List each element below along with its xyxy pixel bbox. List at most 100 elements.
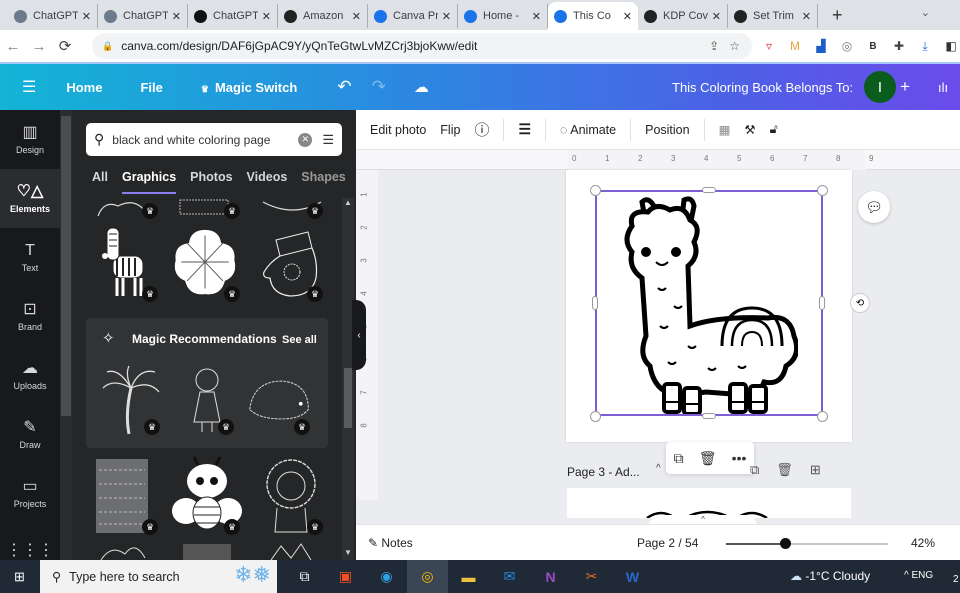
- mail-icon[interactable]: ✉: [489, 560, 530, 593]
- tab-graphics[interactable]: Graphics: [121, 170, 177, 194]
- border-style-icon[interactable]: ☰: [518, 121, 531, 138]
- magic-switch-button[interactable]: ♛ Magic Switch: [201, 80, 297, 95]
- duplicate-page-icon[interactable]: ⧉: [750, 462, 759, 478]
- more-options-icon[interactable]: •••: [732, 450, 747, 466]
- sidebar-item-brand[interactable]: ⊡ Brand: [0, 287, 60, 346]
- zoom-slider-knob[interactable]: [780, 538, 792, 549]
- share-icon[interactable]: ⇪: [709, 39, 719, 53]
- extension-timer-icon[interactable]: ▿: [762, 39, 776, 53]
- selection-box[interactable]: [595, 190, 823, 416]
- resize-handle[interactable]: [702, 413, 716, 419]
- filter-icon[interactable]: ☰: [322, 132, 334, 148]
- system-tray[interactable]: ^ ENG: [904, 570, 933, 581]
- menu-icon[interactable]: ☰: [22, 77, 36, 97]
- zoom-percentage[interactable]: 42%: [911, 536, 935, 550]
- taskbar-search[interactable]: ⚲ Type here to search ❄❅: [40, 560, 277, 593]
- resize-handle[interactable]: [702, 187, 716, 193]
- clock[interactable]: 2: [953, 574, 959, 585]
- home-button[interactable]: Home: [66, 80, 102, 95]
- flip-button[interactable]: Flip: [440, 123, 460, 137]
- search-query[interactable]: black and white coloring page: [112, 133, 292, 147]
- close-tab-icon[interactable]: ✕: [262, 10, 271, 23]
- sidebar-item-projects[interactable]: ▭ Projects: [0, 464, 60, 523]
- browser-tab[interactable]: This Co ✕: [548, 2, 638, 30]
- add-comment-button[interactable]: 💬︎: [858, 191, 890, 223]
- cloud-saved-icon[interactable]: ☁: [414, 78, 429, 96]
- graphic-thumbnail[interactable]: [172, 540, 242, 560]
- download-icon[interactable]: ⤓: [918, 39, 932, 54]
- tab-all[interactable]: All: [92, 170, 108, 194]
- tab-search-icon[interactable]: ⌄: [921, 6, 930, 19]
- add-page-icon[interactable]: ⊞: [810, 462, 821, 478]
- zoom-slider[interactable]: [726, 538, 888, 549]
- position-button[interactable]: Position: [645, 123, 689, 137]
- delete-page-icon[interactable]: 🗑︎: [699, 450, 717, 467]
- chevron-up-icon[interactable]: ^: [656, 463, 661, 474]
- notes-button[interactable]: ✎ Notes: [368, 536, 413, 550]
- browser-tab[interactable]: ChatGPT ✕: [98, 4, 188, 28]
- design-page-3[interactable]: [567, 488, 851, 518]
- windows-start-icon[interactable]: ⊞: [14, 569, 25, 585]
- language-indicator[interactable]: ENG: [911, 570, 933, 581]
- scroll-up-arrow-icon[interactable]: ▲: [344, 198, 352, 207]
- duplicate-page-icon[interactable]: ⧉: [674, 450, 684, 467]
- back-button[interactable]: ←: [0, 38, 26, 55]
- extension-b-icon[interactable]: B: [866, 41, 880, 52]
- tab-photos[interactable]: Photos: [190, 170, 232, 194]
- extension-chart-icon[interactable]: ▟: [814, 39, 828, 53]
- close-tab-icon[interactable]: ✕: [82, 10, 91, 23]
- side-panel-icon[interactable]: ◧: [944, 39, 958, 53]
- resize-handle[interactable]: [817, 411, 828, 422]
- resize-handle[interactable]: [590, 411, 601, 422]
- browser-tab[interactable]: Home - ✕: [458, 4, 548, 28]
- close-tab-icon[interactable]: ✕: [352, 10, 361, 23]
- chrome-icon[interactable]: ◎: [407, 560, 448, 593]
- browser-tab[interactable]: KDP Cov ✕: [638, 4, 728, 28]
- lock-icon[interactable]: 🔓︎: [770, 122, 778, 137]
- insights-icon[interactable]: ılı: [938, 80, 948, 95]
- panel-scrollbar[interactable]: [342, 198, 354, 560]
- browser-tab[interactable]: Set Trim ✕: [728, 4, 818, 28]
- copy-style-icon[interactable]: ⚒: [744, 122, 755, 137]
- onenote-icon[interactable]: N: [530, 560, 571, 593]
- scrollbar-thumb[interactable]: [344, 368, 352, 428]
- transparency-icon[interactable]: ▦: [719, 122, 731, 137]
- resize-handle[interactable]: [817, 185, 828, 196]
- resize-handle[interactable]: [819, 296, 825, 310]
- extensions-puzzle-icon[interactable]: ✚: [892, 39, 906, 53]
- document-title[interactable]: This Coloring Book Belongs To:: [672, 80, 853, 95]
- close-tab-icon[interactable]: ✕: [623, 10, 632, 23]
- graphic-thumbnail[interactable]: [256, 540, 326, 560]
- close-tab-icon[interactable]: ✕: [532, 10, 541, 23]
- weather-widget[interactable]: ☁ -1°C Cloudy: [790, 569, 870, 583]
- sidebar-item-design[interactable]: ▥ Design: [0, 110, 60, 169]
- close-tab-icon[interactable]: ✕: [802, 10, 811, 23]
- store-icon[interactable]: ▣: [325, 560, 366, 593]
- browser-tab[interactable]: Canva Pr ✕: [368, 4, 458, 28]
- avatar[interactable]: I: [864, 71, 896, 103]
- invite-plus-icon[interactable]: +: [900, 77, 910, 97]
- undo-icon[interactable]: ↶: [337, 77, 351, 97]
- resize-handle[interactable]: [592, 296, 598, 310]
- bookmark-star-icon[interactable]: ☆: [729, 39, 740, 53]
- sidebar-item-text[interactable]: T Text: [0, 228, 60, 287]
- rotate-handle[interactable]: ⟲: [850, 293, 870, 313]
- scroll-down-arrow-icon[interactable]: ▼: [344, 548, 352, 557]
- browser-tab[interactable]: ChatGPT ✕: [8, 4, 98, 28]
- collapse-panel-button[interactable]: ‹: [352, 300, 366, 370]
- browser-tab[interactable]: Amazon ✕: [278, 4, 368, 28]
- close-tab-icon[interactable]: ✕: [442, 10, 451, 23]
- forward-button[interactable]: →: [26, 38, 52, 55]
- sidebar-item-draw[interactable]: ✎ Draw: [0, 405, 60, 464]
- extension-m-icon[interactable]: M: [788, 39, 802, 53]
- new-tab-button[interactable]: +: [832, 5, 843, 26]
- edit-photo-button[interactable]: Edit photo: [370, 123, 426, 137]
- info-icon[interactable]: ⓘ: [474, 119, 489, 140]
- scrollbar-thumb[interactable]: [61, 116, 71, 416]
- tab-shapes[interactable]: Shapes: [301, 170, 345, 194]
- reload-button[interactable]: ⟳: [52, 37, 78, 55]
- close-tab-icon[interactable]: ✕: [172, 10, 181, 23]
- close-tab-icon[interactable]: ✕: [712, 10, 721, 23]
- url-field[interactable]: 🔒 canva.com/design/DAF6jGpAC9Y/yQnTeGtwL…: [92, 33, 752, 59]
- rail-scrollbar[interactable]: [60, 110, 72, 560]
